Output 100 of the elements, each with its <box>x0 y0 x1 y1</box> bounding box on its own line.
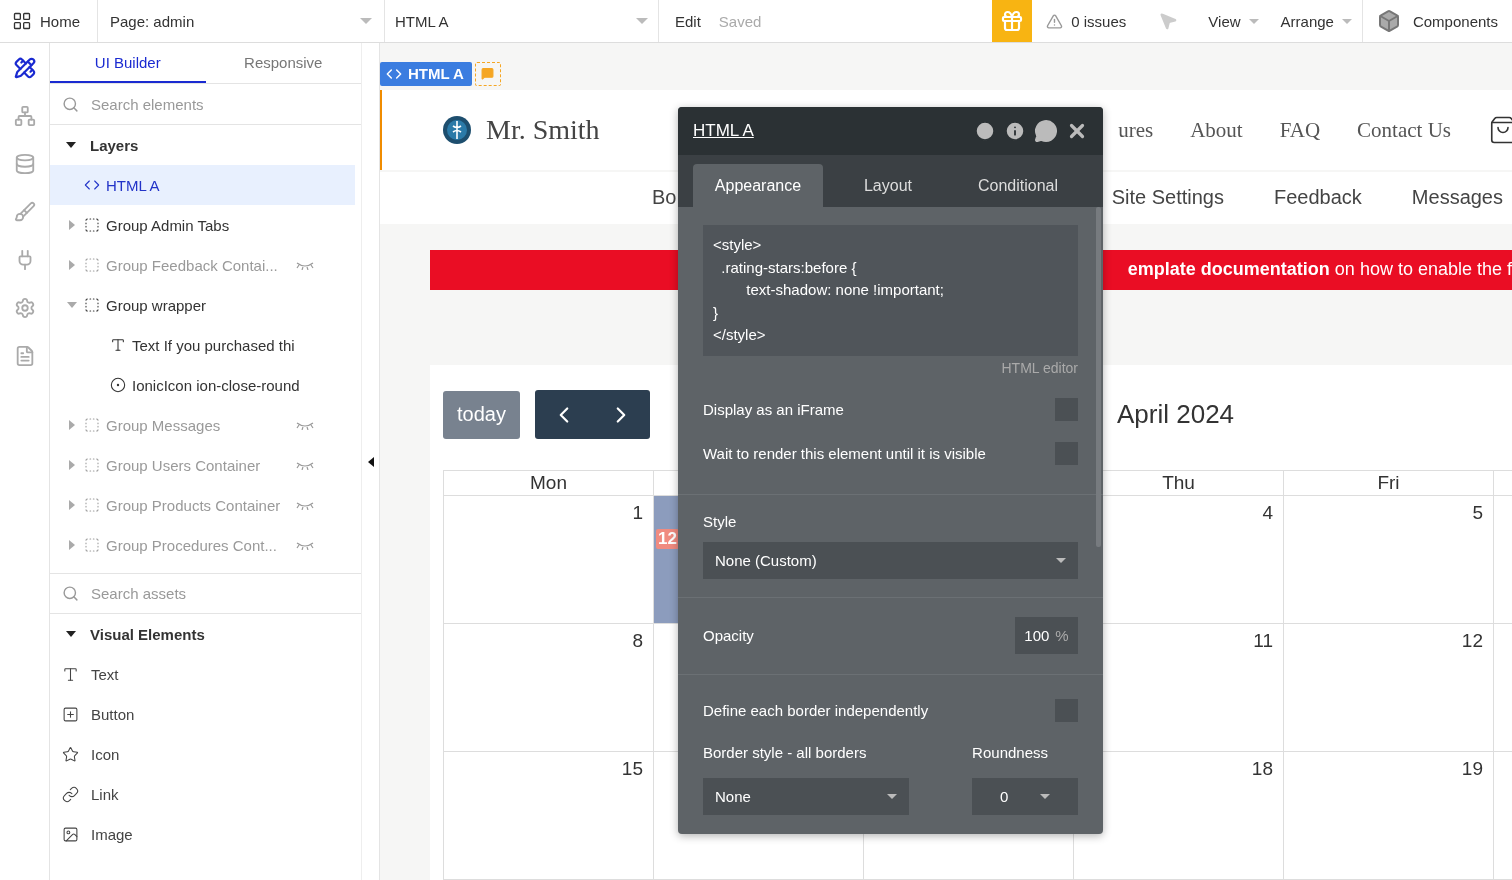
dashed-square-icon <box>84 497 100 513</box>
caduceus-logo <box>442 115 472 146</box>
settings-icon[interactable] <box>13 297 36 319</box>
panel-tab[interactable]: Appearance <box>693 164 823 207</box>
closed-eye-icon <box>296 420 314 430</box>
cursor-icon[interactable] <box>1158 11 1179 31</box>
roundness-label: Roundness <box>972 744 1048 761</box>
day-cell: 12 <box>1284 624 1494 752</box>
page-dropdown[interactable]: Page: admin <box>97 0 384 42</box>
saved-status: Saved <box>718 12 762 30</box>
element-item[interactable]: Text <box>50 654 361 694</box>
layer-item[interactable]: IonicIcon ion-close-round <box>50 365 355 405</box>
sidebar-tab[interactable]: Responsive <box>205 43 361 83</box>
day-cell: 8 <box>444 624 654 752</box>
grid-icon <box>12 11 32 31</box>
link-icon <box>62 785 79 803</box>
nav-link[interactable]: ures <box>1118 117 1154 143</box>
layer-item[interactable]: HTML A <box>50 165 355 205</box>
day-cell: 19 <box>1284 752 1494 880</box>
roundness-dropdown[interactable]: 0 <box>972 778 1078 815</box>
panel-tab[interactable]: Layout <box>823 164 953 207</box>
text-icon <box>62 665 79 683</box>
editor-label: HTML editor <box>1000 359 1078 376</box>
shopping-bag-icon[interactable] <box>1488 115 1512 146</box>
option-label: Define each border independently <box>703 702 929 719</box>
cube-icon <box>1376 9 1401 33</box>
components-button[interactable]: Components <box>1361 0 1512 42</box>
caret-icon <box>360 18 372 24</box>
play-button[interactable] <box>974 120 996 142</box>
issues-button[interactable]: 0 issues <box>1032 0 1141 42</box>
gift-icon <box>1000 9 1025 33</box>
dashed-square-icon <box>84 257 100 273</box>
code-icon <box>84 177 100 193</box>
admin-tab[interactable]: Feedback <box>1274 186 1362 210</box>
pencil-ruler-icon[interactable] <box>13 57 36 79</box>
sitemap-icon[interactable] <box>13 105 36 127</box>
day-header: Mon <box>444 470 654 496</box>
plus-square-icon <box>62 705 79 723</box>
star-icon <box>62 745 79 763</box>
text-icon <box>110 337 126 353</box>
nav-link[interactable]: FAQ <box>1279 117 1321 143</box>
closed-eye-icon <box>296 460 314 470</box>
nav-link[interactable]: About <box>1190 117 1243 143</box>
admin-tab[interactable]: Site Settings <box>1111 186 1224 210</box>
code-editor[interactable]: <style> .rating-stars:before { text-shadow: none !important; } </style> <box>703 225 1078 356</box>
brush-icon[interactable] <box>13 201 36 223</box>
search-icon <box>62 95 79 113</box>
day-cell: 5 <box>1284 496 1494 624</box>
today-button[interactable]: today <box>443 390 520 439</box>
option-label: Display as an iFrame <box>703 401 844 418</box>
element-item[interactable]: Link <box>50 774 361 814</box>
element-item[interactable]: Button <box>50 694 361 734</box>
database-icon[interactable] <box>13 153 36 175</box>
visual-elements-header[interactable]: Visual Elements <box>50 614 361 654</box>
layers-header[interactable]: Layers <box>50 125 361 165</box>
dashed-square-icon <box>84 297 100 313</box>
style-label: Style <box>703 512 738 530</box>
layer-item[interactable]: Text If you purchased thi <box>50 325 355 365</box>
comment-button[interactable] <box>1034 119 1058 143</box>
image-icon <box>62 825 79 843</box>
banner-text: emplate documentation on how to enable the f <box>1127 259 1512 281</box>
element-item[interactable]: Icon <box>50 734 361 774</box>
sidebar-tab[interactable]: UI Builder <box>50 43 206 83</box>
caret-icon <box>636 18 648 24</box>
speech-bubble-icon <box>481 67 495 81</box>
search-icon <box>62 585 79 602</box>
gift-button[interactable] <box>992 0 1033 42</box>
info-button[interactable] <box>1004 120 1026 142</box>
opacity-field[interactable]: 100 % <box>1015 617 1078 654</box>
layer-item[interactable]: Group wrapper <box>50 285 355 325</box>
admin-tab[interactable]: Bo <box>652 186 677 210</box>
brand-name: Mr. Smith <box>486 114 600 147</box>
element-dropdown[interactable]: HTML A <box>384 0 658 42</box>
day-cell: 15 <box>444 752 654 880</box>
calendar-title: April 2024 <box>1117 399 1235 430</box>
dashed-square-icon <box>84 417 100 433</box>
element-item[interactable]: Image <box>50 814 361 854</box>
closed-eye-icon <box>296 260 314 270</box>
view-menu[interactable]: View <box>1196 0 1271 42</box>
edit-menu[interactable]: Edit <box>675 12 701 30</box>
arrange-menu[interactable]: Arrange <box>1270 0 1362 42</box>
day-header: Fri <box>1284 470 1494 496</box>
dashed-square-icon <box>84 457 100 473</box>
home-button[interactable]: Home <box>0 0 97 42</box>
panel-tab[interactable]: Conditional <box>953 164 1083 207</box>
style-dropdown[interactable]: None (Custom) <box>703 541 1078 579</box>
warning-icon <box>1046 12 1064 30</box>
border-style-dropdown[interactable]: None <box>703 778 909 815</box>
nav-link[interactable]: Contact Us <box>1357 117 1451 143</box>
closed-eye-icon <box>296 540 314 550</box>
dashed-square-icon <box>84 537 100 553</box>
admin-tab[interactable]: Messages <box>1411 186 1503 210</box>
panel-title[interactable]: HTML A <box>693 121 754 141</box>
layer-item[interactable]: Group Admin Tabs <box>50 205 355 245</box>
dashed-square-icon <box>84 217 100 233</box>
option-label: Wait to render this element until it is visible <box>703 445 986 462</box>
dot-circle-icon <box>110 377 126 393</box>
closed-eye-icon <box>296 500 314 510</box>
opacity-label: Opacity <box>703 627 754 644</box>
border-style-label: Border style - all borders <box>703 744 867 761</box>
